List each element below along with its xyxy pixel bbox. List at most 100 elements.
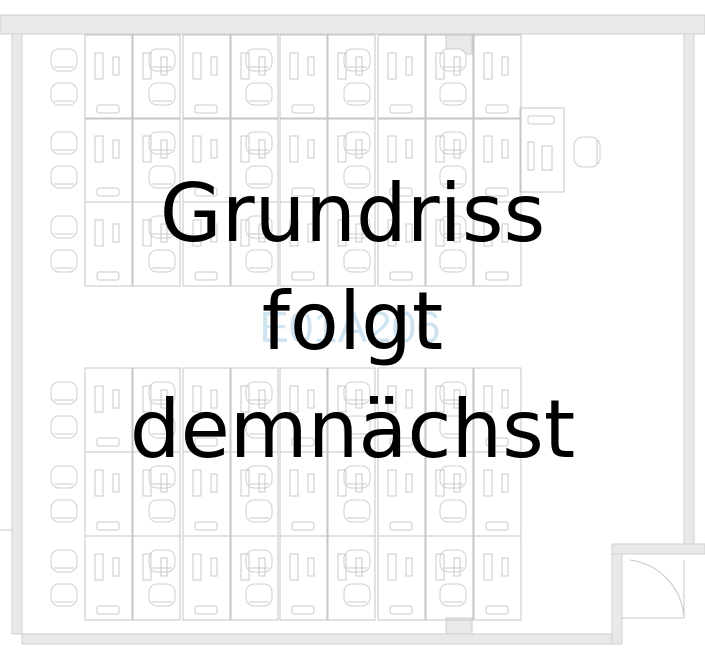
keyboard	[112, 139, 120, 159]
monitor	[94, 469, 104, 497]
keyboard	[210, 473, 218, 493]
keyboard	[405, 473, 413, 493]
chair	[148, 48, 176, 72]
keyboard	[210, 557, 218, 577]
chair	[439, 583, 467, 607]
chair	[343, 131, 371, 155]
monitor	[387, 135, 397, 163]
drawer	[96, 271, 120, 281]
overlay-line-2: folgt	[261, 275, 444, 368]
drawer	[194, 104, 218, 114]
drawer	[389, 521, 413, 531]
chair	[245, 583, 273, 607]
monitor	[94, 52, 104, 80]
overlay-line-3: demnächst	[129, 383, 576, 476]
drawer	[96, 521, 120, 531]
door	[622, 559, 685, 619]
desk	[132, 34, 181, 120]
desk	[327, 535, 376, 621]
desk	[84, 535, 133, 621]
teacher-chair	[573, 136, 601, 168]
monitor	[192, 52, 202, 80]
keyboard	[501, 473, 509, 493]
drawer	[389, 605, 413, 615]
desk	[473, 535, 522, 621]
drawer	[194, 521, 218, 531]
monitor	[289, 52, 299, 80]
drawer	[291, 605, 315, 615]
keyboard	[112, 56, 120, 76]
keyboard	[112, 473, 120, 493]
drawer	[485, 521, 509, 531]
keyboard	[405, 56, 413, 76]
chair	[245, 82, 273, 106]
keyboard	[307, 56, 315, 76]
desk	[279, 535, 328, 621]
monitor	[483, 52, 493, 80]
desk	[230, 535, 279, 621]
desk	[473, 34, 522, 120]
chair	[50, 48, 78, 72]
chair	[343, 583, 371, 607]
desk	[279, 34, 328, 120]
overlay-line-1: Grundriss	[159, 167, 546, 260]
drawer	[96, 605, 120, 615]
keyboard	[307, 557, 315, 577]
keyboard	[210, 139, 218, 159]
wall-corridor	[611, 543, 705, 555]
keyboard	[210, 56, 218, 76]
chair	[148, 583, 176, 607]
monitor	[483, 135, 493, 163]
keyboard	[405, 557, 413, 577]
desk	[327, 34, 376, 120]
desk	[425, 535, 474, 621]
keyboard	[307, 139, 315, 159]
wall-bottom	[21, 633, 623, 645]
chair	[148, 131, 176, 155]
keyboard	[307, 473, 315, 493]
desk	[230, 34, 279, 120]
chair	[50, 549, 78, 573]
drawer	[485, 271, 509, 281]
chair	[245, 499, 273, 523]
chair	[439, 499, 467, 523]
keyboard	[501, 139, 509, 159]
chair	[50, 131, 78, 155]
desk	[182, 34, 231, 120]
drawer	[291, 104, 315, 114]
chair	[50, 583, 78, 607]
drawer	[389, 104, 413, 114]
drawer	[527, 115, 555, 125]
monitor	[192, 553, 202, 581]
chair	[343, 499, 371, 523]
monitor	[387, 553, 397, 581]
keyboard	[112, 557, 120, 577]
drawer	[194, 271, 218, 281]
monitor	[94, 553, 104, 581]
desk	[84, 34, 133, 120]
wall-top	[0, 14, 705, 35]
monitor	[289, 135, 299, 163]
keyboard	[527, 141, 535, 171]
monitor	[387, 52, 397, 80]
keyboard	[501, 56, 509, 76]
keyboard	[405, 139, 413, 159]
chair	[343, 82, 371, 106]
drawer	[194, 605, 218, 615]
drawer	[485, 104, 509, 114]
keyboard	[501, 557, 509, 577]
desk	[132, 535, 181, 621]
desk	[182, 535, 231, 621]
chair	[343, 48, 371, 72]
chair	[439, 82, 467, 106]
monitor	[94, 135, 104, 163]
drawer	[485, 605, 509, 615]
chair	[343, 549, 371, 573]
chair	[50, 82, 78, 106]
monitor	[483, 553, 493, 581]
drawer	[96, 104, 120, 114]
wall-door-jamb	[611, 553, 623, 645]
monitor	[192, 135, 202, 163]
monitor	[289, 553, 299, 581]
desk	[377, 34, 426, 120]
